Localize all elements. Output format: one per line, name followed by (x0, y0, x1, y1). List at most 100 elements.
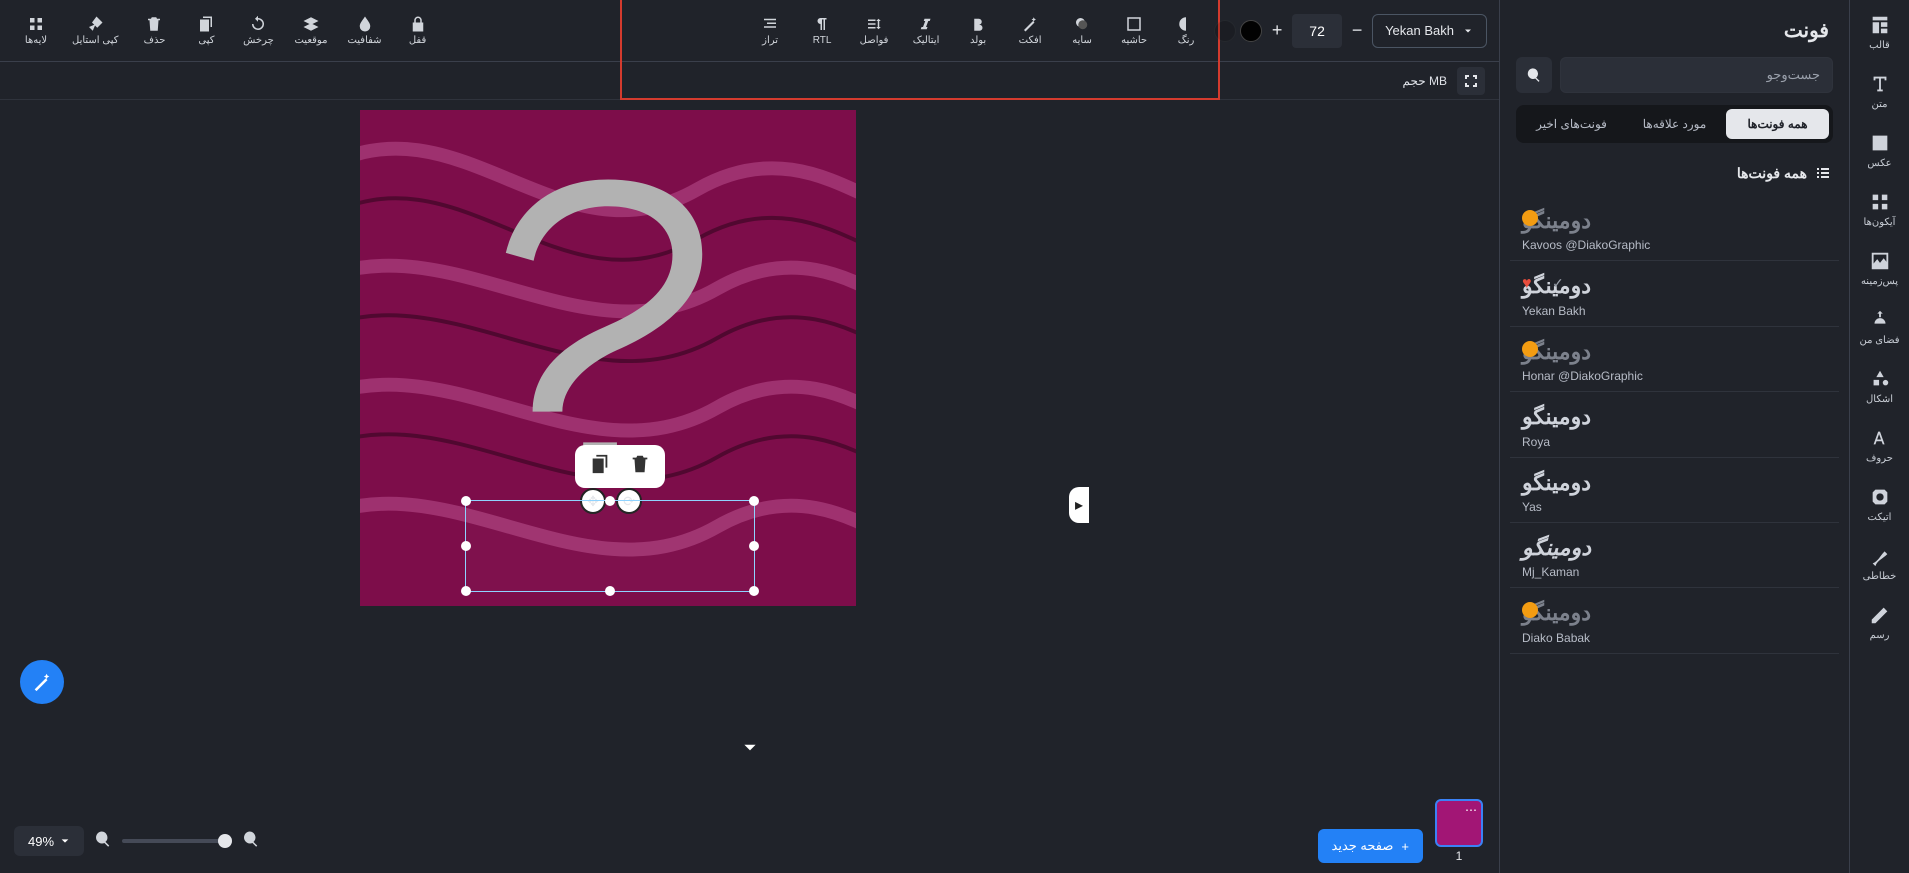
shadow-button[interactable]: سایه (1058, 6, 1106, 56)
font-name-label: Diako Babak (1522, 631, 1590, 645)
zoom-value[interactable]: 49% (14, 826, 84, 856)
font-size-value[interactable]: 72 (1292, 14, 1342, 48)
tool-rail: قالب متن عکس آیکون‌ها پس‌زمینه فضای من اشکال حر… (1849, 0, 1909, 873)
caption-toggle[interactable] (1457, 67, 1485, 95)
font-row[interactable]: دومینگوHonar @DiakoGraphic (1510, 327, 1839, 392)
tab-favorites[interactable]: مورد علاقه‌ها (1623, 109, 1726, 139)
resize-handle-bm[interactable] (605, 586, 615, 596)
myspace-icon (1869, 309, 1891, 331)
zoom-in-icon (94, 830, 112, 848)
size-plus-button[interactable]: + (1266, 14, 1288, 48)
copy-icon (197, 15, 215, 33)
letters-icon (1869, 427, 1891, 449)
rail-calligraphy[interactable]: خطاطی (1852, 541, 1908, 586)
search-button[interactable] (1516, 57, 1552, 93)
rotate-button[interactable]: چرخش (234, 6, 282, 56)
chevron-down-icon (741, 738, 759, 756)
font-row[interactable]: دومینگوYas (1510, 458, 1839, 523)
font-panel: فونت جست‌وجو همه فونت‌ها مورد علاقه‌ها ف… (1499, 0, 1849, 873)
font-search-input[interactable]: جست‌وجو (1560, 57, 1833, 93)
position-button[interactable]: موقعیت (286, 6, 335, 56)
selected-text-frame[interactable] (465, 500, 755, 592)
font-row[interactable]: دومینگوMj_Kaman (1510, 523, 1839, 588)
duplicate-button[interactable] (589, 453, 611, 480)
chevron-down-icon (60, 836, 70, 846)
font-row[interactable]: دومینگوKavoos @DiakoGraphic (1510, 196, 1839, 261)
bold-button[interactable]: بولد (954, 6, 1002, 56)
copy-style-button[interactable]: کپی استایل (64, 6, 126, 56)
drop-icon (356, 15, 374, 33)
resize-handle-bl[interactable] (461, 586, 471, 596)
background-icon (1869, 250, 1891, 272)
tab-all-fonts[interactable]: همه فونت‌ها (1726, 109, 1829, 139)
font-list[interactable]: دومینگوKavoos @DiakoGraphicدومینگوYekan … (1500, 196, 1849, 873)
rail-template[interactable]: قالب (1852, 10, 1908, 55)
zoom-in-button[interactable] (94, 830, 112, 853)
page-thumbnail[interactable]: ⋯ (1435, 799, 1483, 847)
italic-button[interactable]: ایتالیک (902, 6, 950, 56)
border-button[interactable]: حاشیه (1110, 6, 1158, 56)
font-picker-value: Yekan Bakh (1385, 23, 1454, 38)
resize-handle-ml[interactable] (461, 541, 471, 551)
opacity-button[interactable]: شفافیت (339, 6, 389, 56)
rail-background[interactable]: پس‌زمینه (1852, 246, 1908, 291)
rail-text[interactable]: متن (1852, 69, 1908, 114)
text-color-swatch[interactable] (1240, 20, 1262, 42)
half-circle-icon (1177, 15, 1195, 33)
lock-button[interactable]: قفل (394, 6, 442, 56)
font-picker-button[interactable]: Yekan Bakh (1372, 14, 1487, 48)
rtl-button[interactable]: RTL (798, 6, 846, 56)
font-row[interactable]: دومینگوRoya (1510, 392, 1839, 457)
expand-icon (1463, 73, 1479, 89)
tab-recent[interactable]: فونت‌های اخیر (1520, 109, 1623, 139)
image-icon (1869, 132, 1891, 154)
zoom-slider[interactable] (122, 839, 232, 843)
bg-color-swatch[interactable] (1214, 20, 1236, 42)
new-page-button[interactable]: صفحه جدید + (1318, 829, 1423, 863)
spacing-button[interactable]: فواصل (850, 6, 898, 56)
delete-selected-button[interactable] (629, 453, 651, 480)
border-icon (1125, 15, 1143, 33)
premium-badge (1522, 210, 1538, 226)
brush-icon (86, 15, 104, 33)
font-row[interactable]: دومینگوDiako Babak (1510, 588, 1839, 653)
font-row[interactable]: دومینگوYekan Bakh♥✓ (1510, 261, 1839, 326)
resize-handle-br[interactable] (749, 586, 759, 596)
magic-fab[interactable] (20, 660, 64, 704)
rail-image[interactable]: عکس (1852, 128, 1908, 173)
resize-handle-tl[interactable] (461, 496, 471, 506)
font-tabs: همه فونت‌ها مورد علاقه‌ها فونت‌های اخیر (1516, 105, 1833, 143)
draw-icon (1869, 604, 1891, 626)
font-name-label: Roya (1522, 435, 1550, 449)
rail-myspace[interactable]: فضای من (1852, 305, 1908, 350)
line-spacing-icon (865, 15, 883, 33)
size-minus-button[interactable]: − (1346, 14, 1368, 48)
scroll-down-hint[interactable] (741, 738, 759, 761)
rail-icons[interactable]: آیکون‌ها (1852, 187, 1908, 232)
canvas[interactable]: ✥ ⟳ ▸ (0, 100, 1499, 873)
resize-handle-tr[interactable] (749, 496, 759, 506)
copy-button[interactable]: کپی (182, 6, 230, 56)
zoom-out-button[interactable] (242, 830, 260, 853)
rail-sticker[interactable]: اتیکت (1852, 482, 1908, 527)
font-size-stepper[interactable]: + 72 − (1266, 14, 1368, 48)
copy-icon (589, 453, 611, 475)
page-menu-icon[interactable]: ⋯ (1465, 803, 1477, 817)
zoom-knob[interactable] (218, 834, 232, 848)
resize-handle-tm[interactable] (605, 496, 615, 506)
rail-shapes[interactable]: اشکال (1852, 364, 1908, 409)
resize-handle-mr[interactable] (749, 541, 759, 551)
font-name-label: Mj_Kaman (1522, 565, 1579, 579)
text-icon (1869, 73, 1891, 95)
rail-letters[interactable]: حروف (1852, 423, 1908, 468)
collapse-panel-button[interactable]: ▸ (1069, 487, 1089, 523)
align-button[interactable]: تراز (746, 6, 794, 56)
effect-button[interactable]: افکت (1006, 6, 1054, 56)
layers-button[interactable]: لایه‌ها (12, 6, 60, 56)
rail-draw[interactable]: رسم (1852, 600, 1908, 645)
color-button[interactable]: رنگ (1162, 6, 1210, 56)
heart-icon[interactable]: ♥ (1522, 275, 1532, 293)
font-name-label: Kavoos @DiakoGraphic (1522, 238, 1650, 252)
delete-button[interactable]: حذف (130, 6, 178, 56)
shapes-icon (1869, 368, 1891, 390)
